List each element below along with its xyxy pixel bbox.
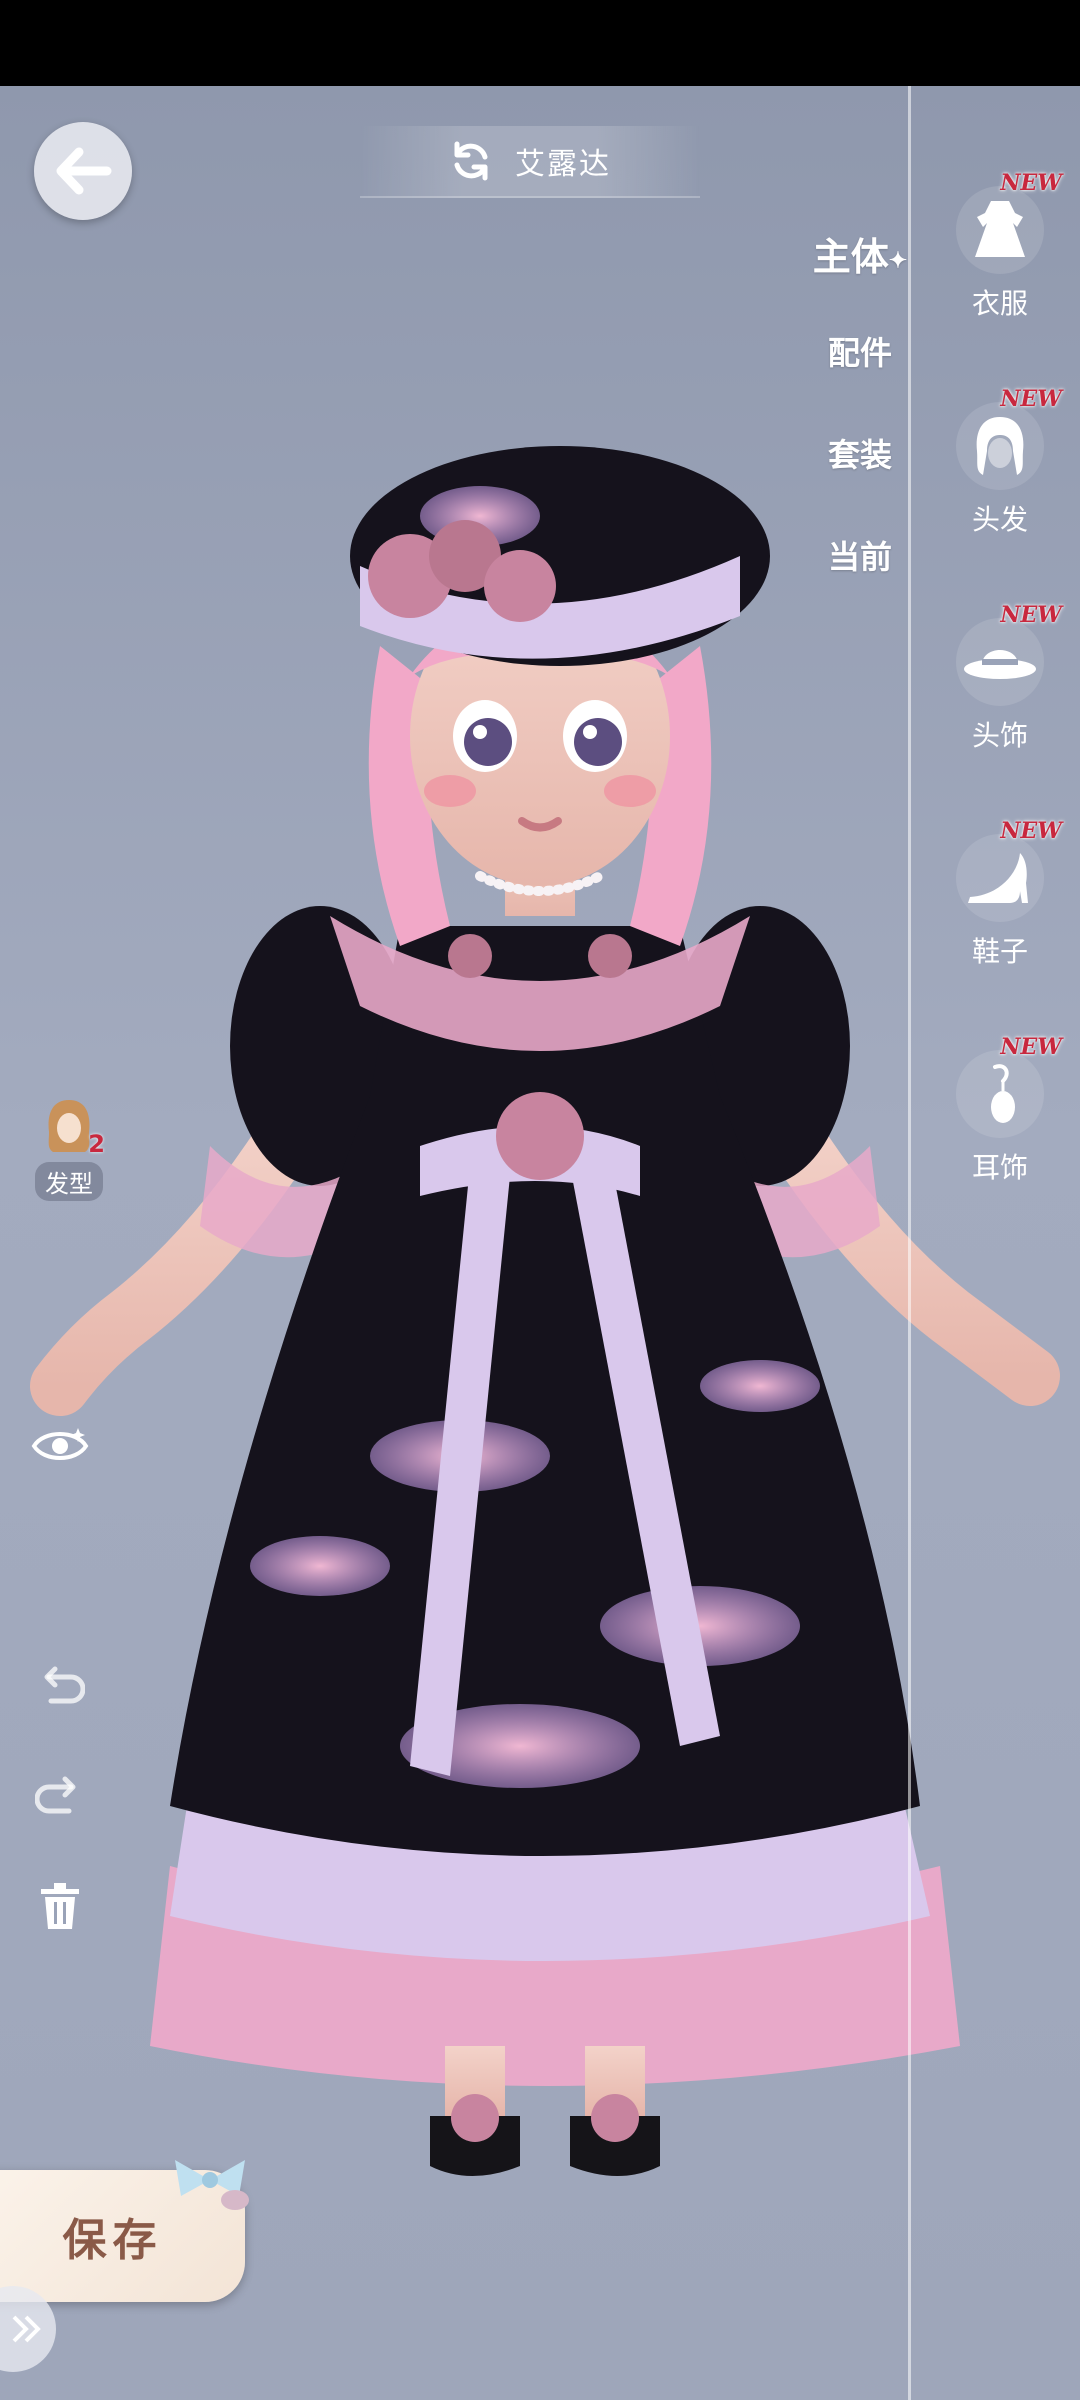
bow-decoration-icon [175,2160,249,2210]
eye-icon [31,1428,89,1460]
category-hair-label: 头发 [971,503,1028,536]
tab-list: 主体✦ 配件 套装 当前 [800,226,920,634]
hairstyle-label: 发型 [35,1162,103,1201]
new-badge: NEW [1000,1034,1062,1060]
redo-button[interactable] [30,1766,90,1826]
hat-icon [956,618,1044,706]
hairstyle-count: 2 [88,1130,105,1158]
tab-main[interactable]: 主体✦ [800,226,920,328]
dressing-room-scene: 艾露达 主体✦ 配件 套装 当前 NEW 衣服 NEW 头发 NEW 头饰 NE… [0,86,1080,2400]
outfit-name: 艾露达 [515,147,611,182]
tab-accessories[interactable]: 配件 [800,328,920,430]
category-clothes[interactable]: NEW 衣服 [930,146,1070,362]
new-badge: NEW [1000,386,1062,412]
tab-current-label: 当前 [827,538,892,576]
status-bar [0,0,1080,86]
new-badge: NEW [1000,170,1062,196]
tab-main-label: 主体 [812,234,889,279]
hairstyle-avatar: 2 [39,1096,105,1158]
category-headwear-label: 头饰 [971,719,1028,752]
redo-icon [35,1776,76,1814]
delete-button[interactable] [30,1876,90,1936]
hair-icon [956,402,1044,490]
double-chevron-right-icon [12,2315,41,2343]
back-arrow-icon [56,147,112,195]
shoe-icon [956,834,1044,922]
trash-icon [41,1883,79,1929]
hairstyle-button[interactable]: 2 发型 [24,1096,114,1201]
new-badge: NEW [1000,602,1062,628]
category-hair[interactable]: NEW 头发 [930,362,1070,578]
undo-icon [44,1666,85,1704]
tab-accessories-label: 配件 [827,334,892,372]
new-badge: NEW [1000,818,1062,844]
undo-button[interactable] [30,1656,90,1716]
category-clothes-label: 衣服 [971,287,1028,320]
sparkle-icon: ✦ [888,247,908,274]
back-button[interactable] [34,122,132,220]
tab-sets[interactable]: 套装 [800,430,920,532]
refresh-icon[interactable] [449,139,493,183]
earring-icon [956,1050,1044,1138]
category-headwear[interactable]: NEW 头饰 [930,578,1070,794]
category-earrings[interactable]: NEW 耳饰 [930,1010,1070,1226]
tab-sets-label: 套装 [827,436,892,474]
category-shoes-label: 鞋子 [971,935,1028,968]
dress-icon [956,186,1044,274]
save-label: 保存 [62,2215,163,2266]
category-shoes[interactable]: NEW 鞋子 [930,794,1070,1010]
category-earrings-label: 耳饰 [971,1151,1028,1184]
visibility-toggle-button[interactable] [30,1416,90,1476]
category-list: NEW 衣服 NEW 头发 NEW 头饰 NEW 鞋子 NEW 耳饰 [930,146,1070,1226]
save-button[interactable]: 保存 [0,2160,249,2302]
outfit-title-bar[interactable]: 艾露达 [360,126,700,198]
tab-current[interactable]: 当前 [800,532,920,634]
